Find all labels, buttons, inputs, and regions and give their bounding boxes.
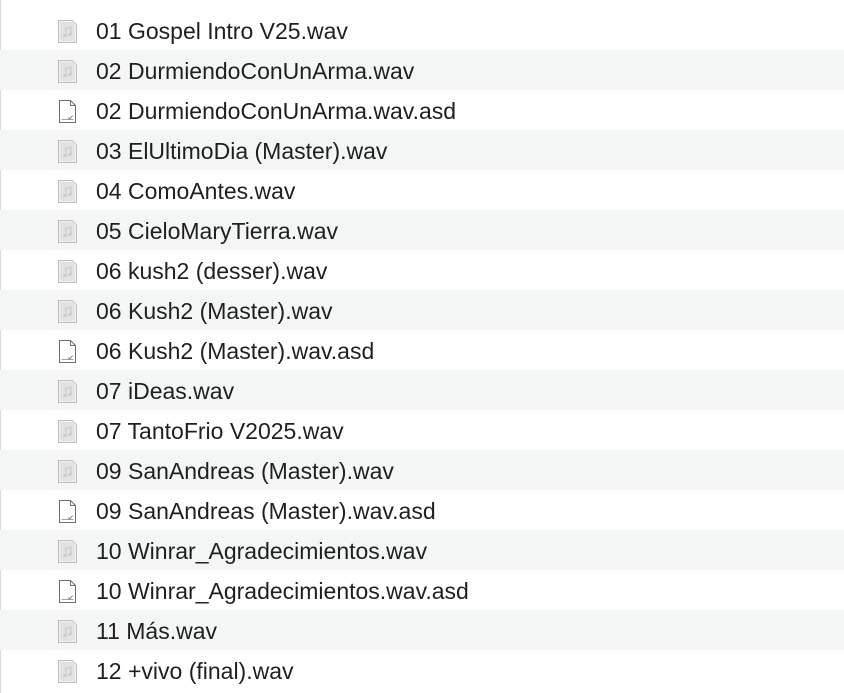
- document-file-icon: [55, 499, 80, 524]
- file-row[interactable]: 07 iDeas.wav: [0, 370, 844, 410]
- finder-window: 01 Gospel Intro V25.wav 02 DurmiendoConU…: [0, 0, 844, 693]
- audio-file-icon: [55, 219, 80, 244]
- audio-file-icon: [55, 379, 80, 404]
- file-row[interactable]: 01 Gospel Intro V25.wav: [0, 10, 844, 50]
- audio-file-icon: [55, 419, 80, 444]
- audio-file-icon: [55, 179, 80, 204]
- file-row[interactable]: 06 Kush2 (Master).wav: [0, 290, 844, 330]
- file-name: 04 ComoAntes.wav: [96, 178, 296, 204]
- file-row[interactable]: 11 Más.wav: [0, 610, 844, 650]
- audio-file-icon: [55, 619, 80, 644]
- file-list: 01 Gospel Intro V25.wav 02 DurmiendoConU…: [0, 10, 844, 690]
- document-file-icon: [55, 99, 80, 124]
- file-name: 09 SanAndreas (Master).wav.asd: [96, 498, 436, 524]
- file-name: 10 Winrar_Agradecimientos.wav: [96, 538, 428, 564]
- file-row[interactable]: 12 +vivo (final).wav: [0, 650, 844, 690]
- file-row[interactable]: 04 ComoAntes.wav: [0, 170, 844, 210]
- file-row[interactable]: 09 SanAndreas (Master).wav: [0, 450, 844, 490]
- audio-file-icon: [55, 259, 80, 284]
- file-name: 01 Gospel Intro V25.wav: [96, 18, 348, 44]
- audio-file-icon: [55, 19, 80, 44]
- file-row[interactable]: 09 SanAndreas (Master).wav.asd: [0, 490, 844, 530]
- file-name: 11 Más.wav: [96, 618, 218, 644]
- file-name: 09 SanAndreas (Master).wav: [96, 458, 394, 484]
- audio-file-icon: [55, 299, 80, 324]
- file-name: 12 +vivo (final).wav: [96, 658, 294, 684]
- file-row[interactable]: 03 ElUltimoDia (Master).wav: [0, 130, 844, 170]
- document-file-icon: [55, 339, 80, 364]
- audio-file-icon: [55, 459, 80, 484]
- file-name: 07 iDeas.wav: [96, 378, 235, 404]
- file-name: 06 kush2 (desser).wav: [96, 258, 328, 284]
- file-row[interactable]: 02 DurmiendoConUnArma.wav.asd: [0, 90, 844, 130]
- audio-file-icon: [55, 539, 80, 564]
- audio-file-icon: [55, 659, 80, 684]
- audio-file-icon: [55, 59, 80, 84]
- file-row[interactable]: 10 Winrar_Agradecimientos.wav: [0, 530, 844, 570]
- document-file-icon: [55, 579, 80, 604]
- file-name: 06 Kush2 (Master).wav: [96, 298, 333, 324]
- file-row[interactable]: 06 Kush2 (Master).wav.asd: [0, 330, 844, 370]
- file-name: 02 DurmiendoConUnArma.wav: [96, 58, 415, 84]
- audio-file-icon: [55, 139, 80, 164]
- file-name: 07 TantoFrio V2025.wav: [96, 418, 344, 444]
- file-name: 10 Winrar_Agradecimientos.wav.asd: [96, 578, 469, 604]
- file-name: 03 ElUltimoDia (Master).wav: [96, 138, 388, 164]
- file-row[interactable]: 06 kush2 (desser).wav: [0, 250, 844, 290]
- file-name: 06 Kush2 (Master).wav.asd: [96, 338, 375, 364]
- file-name: 05 CieloMaryTierra.wav: [96, 218, 338, 244]
- file-row[interactable]: 05 CieloMaryTierra.wav: [0, 210, 844, 250]
- file-row[interactable]: 10 Winrar_Agradecimientos.wav.asd: [0, 570, 844, 610]
- file-row[interactable]: 02 DurmiendoConUnArma.wav: [0, 50, 844, 90]
- file-row[interactable]: 07 TantoFrio V2025.wav: [0, 410, 844, 450]
- file-name: 02 DurmiendoConUnArma.wav.asd: [96, 98, 457, 124]
